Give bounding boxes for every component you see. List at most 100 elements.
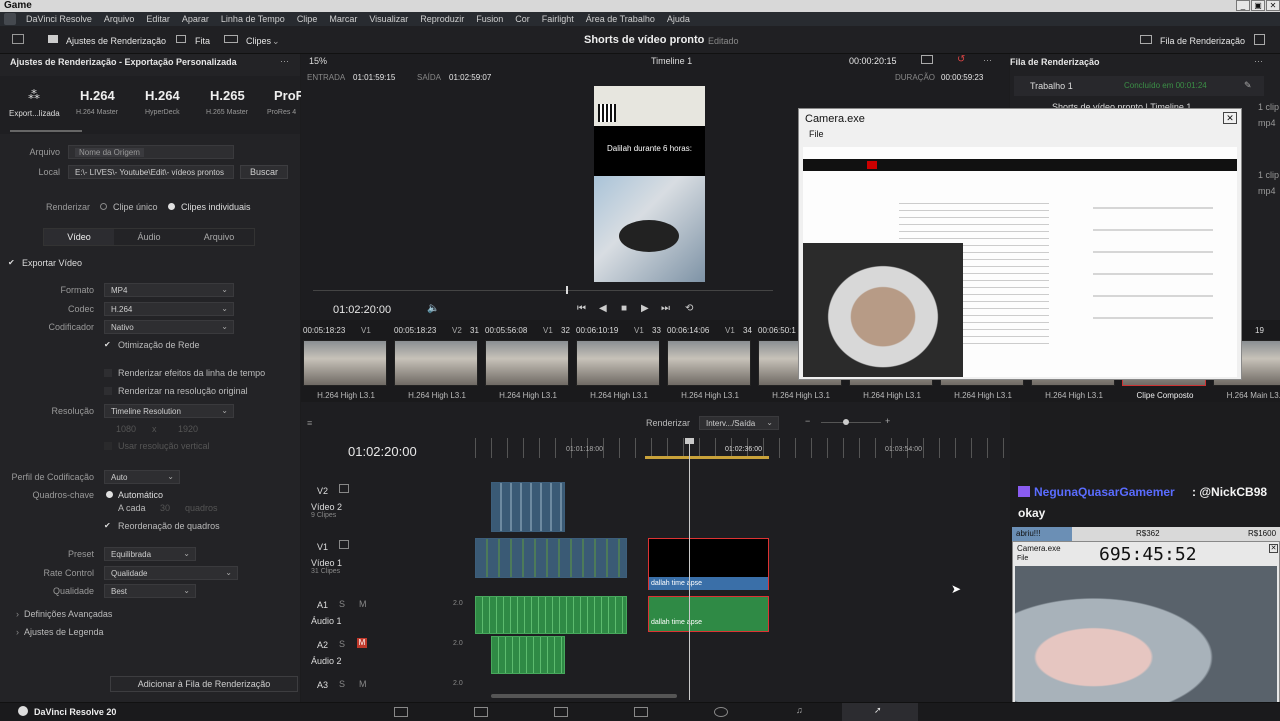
fullscreen-icon[interactable] bbox=[1254, 34, 1265, 45]
format-select[interactable]: MP4 ⌄ bbox=[104, 283, 234, 297]
preset-h265-master[interactable]: H.265 bbox=[210, 88, 245, 103]
camera-small-close[interactable]: ✕ bbox=[1269, 544, 1278, 553]
tab-video[interactable]: Vídeo bbox=[44, 229, 114, 245]
tab-audio[interactable]: Áudio bbox=[114, 229, 184, 245]
render-original-checkbox[interactable] bbox=[104, 387, 112, 395]
camera-small-file-menu[interactable]: File bbox=[1017, 555, 1028, 562]
render-effects-checkbox[interactable] bbox=[104, 369, 112, 377]
zoom-out-icon[interactable]: − bbox=[805, 416, 810, 426]
vertical-res-checkbox[interactable] bbox=[104, 442, 112, 450]
skip-back-icon[interactable]: ⏮ bbox=[577, 303, 586, 314]
deliver-page-icon[interactable]: ➚ bbox=[874, 705, 882, 716]
menu-edit[interactable]: Editar bbox=[140, 14, 176, 24]
profile-select[interactable]: Auto ⌄ bbox=[104, 470, 180, 484]
more-options-icon[interactable]: ··· bbox=[280, 56, 289, 66]
render-range-select[interactable]: Interv.../Saída ⌄ bbox=[699, 416, 779, 430]
playhead-handle[interactable] bbox=[685, 438, 694, 444]
track-film-icon[interactable] bbox=[339, 540, 349, 549]
more-options-icon[interactable]: ··· bbox=[1254, 56, 1263, 66]
mute-button[interactable]: M bbox=[359, 679, 367, 689]
resolution-select[interactable]: Timeline Resolution ⌄ bbox=[104, 404, 234, 418]
mute-button-active[interactable]: M bbox=[357, 638, 367, 648]
timeline-scrollbar[interactable] bbox=[491, 694, 677, 698]
volume-icon[interactable]: 🔈 bbox=[427, 303, 439, 314]
play-icon[interactable]: ▶ bbox=[641, 303, 649, 314]
tab-file[interactable]: Arquivo bbox=[184, 229, 254, 245]
menu-color[interactable]: Cor bbox=[509, 14, 536, 24]
solo-button[interactable]: S bbox=[339, 679, 345, 689]
menu-trim[interactable]: Aparar bbox=[176, 14, 215, 24]
subtitle-settings-toggle[interactable]: Ajustes de Legenda bbox=[24, 627, 104, 637]
close-button[interactable]: ✕ bbox=[1266, 0, 1280, 11]
browse-button[interactable]: Buscar bbox=[240, 165, 288, 179]
v2-clips[interactable] bbox=[491, 482, 565, 532]
edit-icon[interactable]: ✎ bbox=[1244, 80, 1252, 91]
solo-button[interactable]: S bbox=[339, 639, 345, 649]
fairlight-page-icon[interactable]: ♫ bbox=[796, 705, 803, 715]
skip-forward-icon[interactable]: ⏭ bbox=[661, 303, 670, 314]
maximize-button[interactable]: ▣ bbox=[1251, 0, 1265, 11]
keyframes-every-value[interactable]: 30 bbox=[160, 503, 170, 513]
single-clip-radio[interactable] bbox=[100, 203, 107, 210]
a1-selected-clip[interactable]: dallah time apse bbox=[648, 596, 769, 632]
stop-icon[interactable]: ■ bbox=[621, 303, 627, 314]
clip-thumbnail[interactable] bbox=[394, 340, 478, 386]
viewer-scrubber[interactable] bbox=[313, 290, 773, 291]
zoom-slider[interactable] bbox=[821, 422, 881, 423]
camera-file-menu[interactable]: File bbox=[809, 129, 824, 139]
clip-thumbnail[interactable] bbox=[303, 340, 387, 386]
zoom-slider-handle[interactable] bbox=[843, 419, 849, 425]
zoom-in-icon[interactable]: + bbox=[885, 416, 890, 426]
clips-tab[interactable]: Clipes bbox=[246, 36, 271, 46]
clip-thumbnail[interactable] bbox=[576, 340, 660, 386]
timeline-playhead[interactable] bbox=[689, 438, 690, 700]
fusion-page-icon[interactable] bbox=[634, 707, 648, 717]
loop-icon[interactable]: ↺ bbox=[957, 54, 965, 65]
file-name-field[interactable]: Nome da Origem bbox=[68, 145, 234, 159]
a1-clips[interactable] bbox=[475, 596, 627, 634]
advanced-settings-toggle[interactable]: Definições Avançadas bbox=[24, 609, 112, 619]
reorder-check-icon[interactable]: ✔ bbox=[104, 522, 112, 530]
menu-help[interactable]: Ajuda bbox=[661, 14, 696, 24]
menu-playback[interactable]: Reproduzir bbox=[414, 14, 470, 24]
camera-close-button[interactable]: ✕ bbox=[1223, 112, 1237, 124]
export-video-check-icon[interactable]: ✔ bbox=[8, 259, 16, 267]
preset-custom-label[interactable]: Export...lizada bbox=[9, 109, 60, 118]
individual-clips-radio[interactable] bbox=[168, 203, 175, 210]
render-queue-tab[interactable]: Fila de Renderização bbox=[1160, 36, 1245, 46]
viewer-options-icon[interactable] bbox=[921, 55, 933, 64]
play-reverse-icon[interactable]: ◀ bbox=[599, 303, 607, 314]
viewer-playhead[interactable] bbox=[566, 286, 568, 294]
menu-clip[interactable]: Clipe bbox=[291, 14, 324, 24]
clip-thumbnail[interactable] bbox=[667, 340, 751, 386]
more-options-icon[interactable]: ··· bbox=[983, 55, 992, 65]
tape-tab[interactable]: Fita bbox=[195, 36, 210, 46]
menu-davinci[interactable]: DaVinci Resolve bbox=[20, 14, 98, 24]
menu-view[interactable]: Visualizar bbox=[363, 14, 414, 24]
render-settings-tab[interactable]: Ajustes de Renderização bbox=[66, 36, 166, 46]
preset-h264-hyperdeck[interactable]: H.264 bbox=[145, 88, 180, 103]
preset-h264-master[interactable]: H.264 bbox=[80, 88, 115, 103]
timeline-options-icon[interactable]: ≡ bbox=[307, 418, 312, 428]
loop-playback-icon[interactable]: ⟲ bbox=[685, 303, 693, 314]
panel-toggle-icon[interactable] bbox=[12, 34, 24, 44]
network-opt-check-icon[interactable]: ✔ bbox=[104, 341, 112, 349]
quality-select[interactable]: Best ⌄ bbox=[104, 584, 196, 598]
add-to-queue-button[interactable]: Adicionar à Fila de Renderização bbox=[110, 676, 298, 692]
color-page-icon[interactable] bbox=[714, 707, 728, 717]
mute-button[interactable]: M bbox=[359, 599, 367, 609]
menu-fusion[interactable]: Fusion bbox=[470, 14, 509, 24]
codec-select[interactable]: H.264 ⌄ bbox=[104, 302, 234, 316]
minimize-button[interactable]: _ bbox=[1236, 0, 1250, 11]
menu-workspace[interactable]: Área de Trabalho bbox=[580, 14, 661, 24]
track-film-icon[interactable] bbox=[339, 484, 349, 493]
zoom-select[interactable]: 15% bbox=[309, 56, 327, 66]
menu-fairlight[interactable]: Fairlight bbox=[536, 14, 580, 24]
a2-clips[interactable] bbox=[491, 636, 565, 674]
v1-selected-clip[interactable]: dallah time apse bbox=[648, 538, 769, 590]
preset-select[interactable]: Equilibrada ⌄ bbox=[104, 547, 196, 561]
media-page-icon[interactable] bbox=[394, 707, 408, 717]
rate-control-select[interactable]: Qualidade ⌄ bbox=[104, 566, 238, 580]
encoder-select[interactable]: Nativo ⌄ bbox=[104, 320, 234, 334]
menu-file[interactable]: Arquivo bbox=[98, 14, 141, 24]
